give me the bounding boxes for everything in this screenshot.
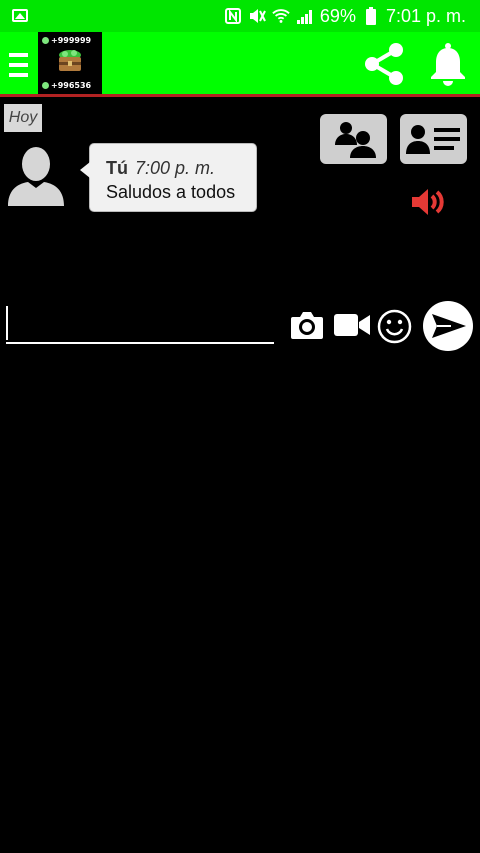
nfc-icon	[224, 7, 242, 25]
message-bubble[interactable]: Tú 7:00 p. m. Saludos a todos	[80, 143, 257, 212]
treasure-chest-icon	[59, 50, 81, 71]
send-icon[interactable]	[422, 300, 474, 352]
profile-button[interactable]	[400, 114, 467, 164]
gallery-icon	[12, 9, 28, 22]
date-label: Hoy	[4, 104, 42, 132]
clock: 7:01 p. m.	[385, 5, 466, 26]
emoji-icon[interactable]	[377, 309, 412, 344]
video-camera-icon[interactable]	[334, 312, 370, 338]
text-cursor	[6, 306, 8, 340]
bubble-tail	[80, 162, 90, 178]
message-sender: Tú	[106, 158, 128, 178]
app-logo[interactable]: +999999 +996536	[38, 32, 102, 94]
default-user-icon[interactable]	[8, 144, 64, 206]
wifi-icon	[272, 7, 290, 25]
status-indicators: 69% 7:01 p. m.	[224, 5, 466, 27]
message-input[interactable]	[6, 304, 274, 344]
signal-icon	[296, 7, 314, 25]
menu-icon[interactable]	[9, 53, 28, 77]
camera-icon[interactable]	[290, 310, 324, 340]
battery-percent: 69%	[319, 5, 356, 26]
status-bar: 69% 7:01 p. m.	[0, 0, 480, 32]
message-text: Saludos a todos	[106, 182, 236, 202]
share-icon[interactable]	[360, 40, 408, 88]
app-header: +999999 +996536	[0, 32, 480, 97]
speaker-icon[interactable]	[410, 186, 448, 218]
battery-icon	[362, 7, 380, 25]
logo-bottom-count: +996536	[42, 81, 91, 90]
logo-top-count: +999999	[42, 36, 91, 45]
profile-card-icon	[405, 125, 460, 154]
users-group-icon	[334, 122, 376, 158]
message-time: 7:00 p. m.	[135, 158, 216, 178]
contacts-button[interactable]	[320, 114, 387, 164]
mute-icon	[248, 7, 266, 25]
bell-icon[interactable]	[428, 42, 468, 86]
